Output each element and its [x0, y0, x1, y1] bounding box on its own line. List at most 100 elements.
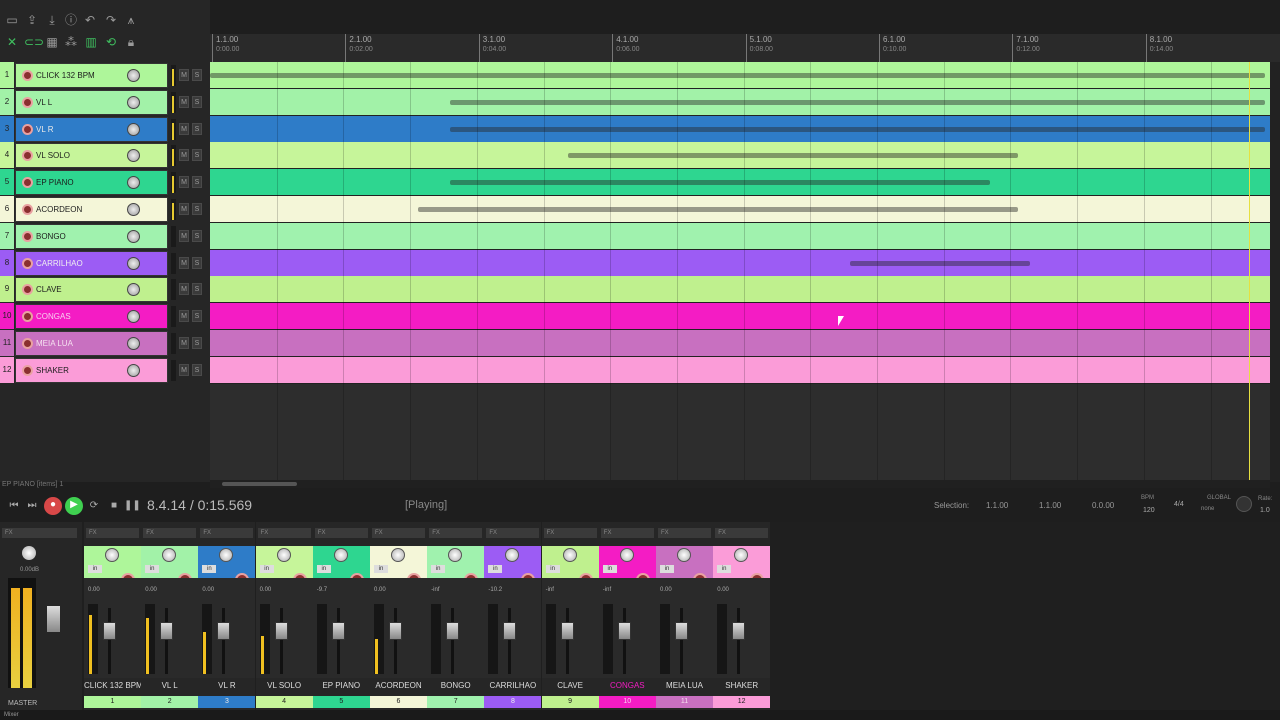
- pan-knob[interactable]: [391, 548, 405, 562]
- track-lane[interactable]: [210, 276, 1270, 304]
- solo-button[interactable]: S: [192, 229, 202, 242]
- solo-button[interactable]: S: [192, 203, 202, 215]
- time-signature[interactable]: 4/4: [1174, 501, 1184, 508]
- volume-fader[interactable]: [274, 622, 288, 640]
- track-volume-knob[interactable]: [127, 69, 140, 82]
- timeline-ruler[interactable]: 1.1.00 0:00.00 2.1.00 0:02.00 3.1.00 0:04.00 4…: [210, 34, 1280, 62]
- track-header[interactable]: 8 CARRILHAO M S: [0, 249, 210, 277]
- master-fx-slot[interactable]: FX: [2, 528, 77, 538]
- track-lane[interactable]: [210, 115, 1270, 143]
- track-lane[interactable]: [210, 330, 1270, 357]
- solo-button[interactable]: S: [192, 310, 202, 323]
- solo-button[interactable]: S: [192, 337, 202, 349]
- volume-fader[interactable]: [160, 622, 174, 640]
- track-header[interactable]: 4 VL SOLO M S: [0, 142, 210, 169]
- audio-waveform[interactable]: [450, 180, 990, 186]
- input-button[interactable]: in: [316, 565, 331, 573]
- track-header[interactable]: 2 VL L MS: [0, 88, 210, 116]
- track-name-field[interactable]: EP PIANO: [15, 170, 168, 196]
- pan-knob[interactable]: [219, 548, 234, 562]
- volume-fader[interactable]: [617, 622, 631, 640]
- fx-slot[interactable]: FX: [600, 528, 654, 538]
- fx-slot[interactable]: FX: [314, 528, 368, 538]
- pan-knob[interactable]: [162, 548, 177, 562]
- track-lane[interactable]: [210, 169, 1270, 197]
- track-lane[interactable]: [210, 222, 1270, 250]
- go-to-end-icon[interactable]: ⏭: [24, 498, 40, 514]
- volume-fader[interactable]: [732, 622, 746, 640]
- solo-button[interactable]: S: [192, 149, 202, 162]
- pan-knob[interactable]: [276, 548, 291, 562]
- record-arm-button[interactable]: [22, 257, 33, 269]
- pan-knob[interactable]: [448, 548, 463, 562]
- track-header[interactable]: 11 MEIA LUA M S: [0, 330, 210, 357]
- track-header[interactable]: 7 BONGO M S: [0, 222, 210, 250]
- track-volume-knob[interactable]: [127, 337, 140, 350]
- volume-fader[interactable]: [389, 622, 402, 640]
- solo-button[interactable]: S: [192, 176, 202, 189]
- undo-icon[interactable]: ↶: [82, 12, 98, 28]
- record-arm-button[interactable]: [22, 150, 33, 162]
- track-lane[interactable]: [210, 356, 1270, 384]
- track-volume-knob[interactable]: [127, 229, 140, 243]
- new-project-icon[interactable]: ▭: [4, 12, 20, 28]
- mute-button[interactable]: M: [179, 122, 189, 135]
- input-button[interactable]: in: [717, 565, 732, 573]
- solo-button[interactable]: S: [192, 283, 202, 296]
- record-arm-button[interactable]: [22, 364, 33, 376]
- audio-waveform[interactable]: [450, 99, 1265, 105]
- input-button[interactable]: in: [660, 565, 674, 573]
- mute-button[interactable]: M: [179, 69, 189, 81]
- audio-waveform[interactable]: [418, 207, 1018, 212]
- repeat-icon[interactable]: ⟳: [86, 498, 102, 514]
- volume-fader[interactable]: [217, 622, 231, 640]
- fx-slot[interactable]: FX: [486, 528, 540, 538]
- mute-button[interactable]: M: [179, 363, 189, 376]
- audio-waveform[interactable]: [568, 153, 1018, 159]
- solo-button[interactable]: S: [192, 95, 202, 108]
- track-lane[interactable]: [210, 196, 1270, 223]
- fx-slot[interactable]: FX: [200, 528, 254, 538]
- volume-fader[interactable]: [446, 622, 460, 640]
- track-volume-knob[interactable]: [127, 122, 140, 136]
- solo-button[interactable]: S: [192, 256, 202, 269]
- track-name-field[interactable]: MEIA LUA: [15, 331, 168, 356]
- global-value[interactable]: none: [1201, 506, 1214, 512]
- rate-knob[interactable]: [1236, 496, 1252, 512]
- track-lane[interactable]: [210, 88, 1270, 116]
- track-name-field[interactable]: SHAKER: [15, 357, 168, 383]
- track-header[interactable]: 1 CLICK 132 BPM M S: [0, 62, 210, 89]
- fx-slot[interactable]: FX: [86, 528, 139, 538]
- track-header[interactable]: 12 SHAKER M S: [0, 356, 210, 384]
- track-volume-knob[interactable]: [127, 176, 140, 190]
- ripple-edit-icon[interactable]: ✕: [4, 34, 20, 50]
- loop-icon[interactable]: ⟲: [103, 34, 119, 50]
- selection-end[interactable]: 1.1.00: [1039, 501, 1061, 510]
- track-lane[interactable]: [210, 249, 1270, 277]
- mixer-dock-tab[interactable]: Mixer: [4, 712, 19, 718]
- track-volume-knob[interactable]: [127, 283, 140, 297]
- track-lane[interactable]: [210, 303, 1270, 331]
- record-arm-button[interactable]: [22, 230, 33, 242]
- mute-button[interactable]: M: [179, 337, 189, 349]
- track-name-field[interactable]: VL SOLO: [15, 143, 168, 169]
- master-fader[interactable]: [47, 606, 60, 632]
- pan-knob[interactable]: [677, 548, 691, 562]
- input-button[interactable]: in: [488, 565, 503, 573]
- fx-slot[interactable]: FX: [372, 528, 425, 538]
- mute-button[interactable]: M: [179, 283, 189, 296]
- volume-fader[interactable]: [503, 622, 517, 640]
- track-name-field[interactable]: CLICK 132 BPM: [15, 63, 168, 88]
- track-volume-knob[interactable]: [127, 363, 140, 377]
- vertical-scrollbar[interactable]: [1270, 62, 1280, 482]
- record-button[interactable]: ●: [44, 497, 62, 515]
- save-project-icon[interactable]: ⤓: [44, 12, 60, 28]
- fx-slot[interactable]: FX: [543, 528, 597, 538]
- grid-icon[interactable]: ▦: [44, 34, 60, 50]
- input-button[interactable]: in: [202, 565, 217, 573]
- audio-waveform[interactable]: [450, 126, 1265, 132]
- record-arm-button[interactable]: [22, 123, 33, 135]
- record-arm-button[interactable]: [22, 338, 33, 349]
- horizontal-scrollbar[interactable]: [210, 480, 1270, 488]
- mute-button[interactable]: M: [179, 176, 189, 189]
